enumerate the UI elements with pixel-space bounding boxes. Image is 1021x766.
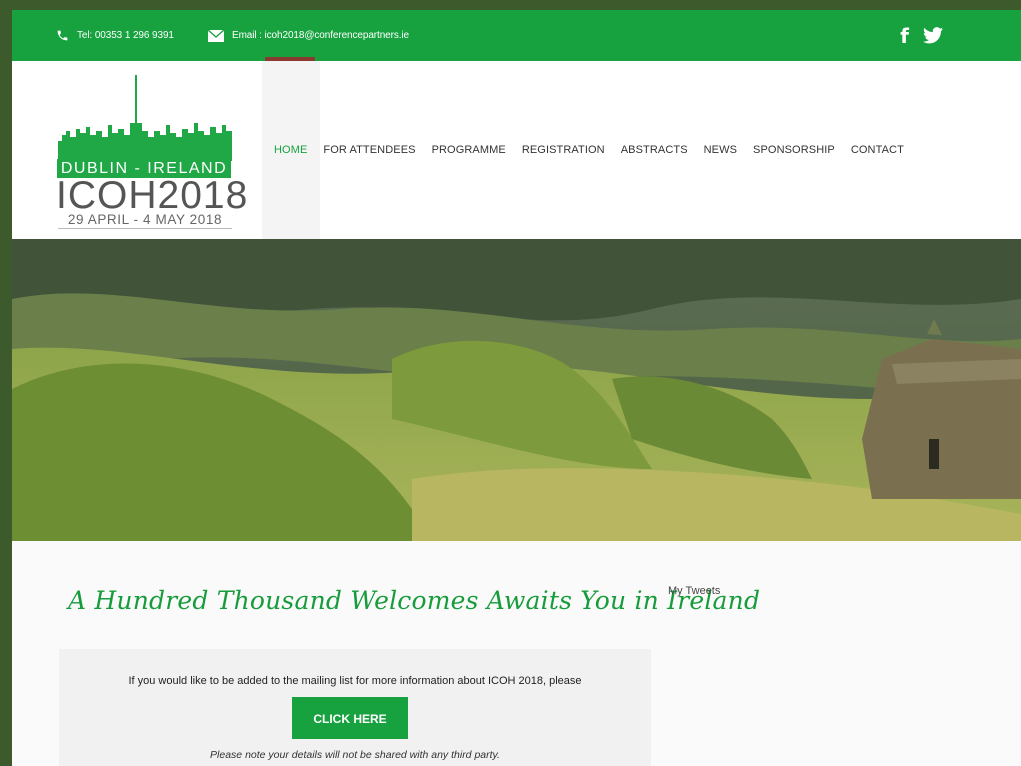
nav-item-programme[interactable]: PROGRAMME	[432, 144, 506, 156]
logo-dates: 29 APRIL - 4 MAY 2018	[67, 212, 223, 227]
email-contact[interactable]: Email : icoh2018@conferencepartners.ie	[208, 10, 409, 61]
nav-item-home[interactable]: HOME	[274, 144, 307, 156]
nav-item-registration[interactable]: REGISTRATION	[522, 144, 605, 156]
page-frame: Tel: 00353 1 296 9391 Email : icoh2018@c…	[12, 10, 1021, 766]
phone-number: Tel: 00353 1 296 9391	[77, 30, 174, 41]
nav-item-contact[interactable]: CONTACT	[851, 144, 904, 156]
phone-contact[interactable]: Tel: 00353 1 296 9391	[56, 10, 174, 61]
logo-divider	[58, 228, 232, 229]
nav-item-news[interactable]: NEWS	[704, 144, 737, 156]
phone-icon	[56, 29, 69, 42]
privacy-note: Please note your details will not be sha…	[210, 749, 500, 761]
mailing-list-box: If you would like to be added to the mai…	[59, 649, 651, 766]
twitter-icon[interactable]	[923, 27, 943, 44]
envelope-icon	[208, 29, 224, 42]
nav-item-for-attendees[interactable]: FOR ATTENDEES	[323, 144, 415, 156]
tweets-title[interactable]: My Tweets	[668, 585, 720, 597]
hero-banner	[12, 239, 1021, 541]
facebook-icon[interactable]: f	[900, 26, 909, 46]
welcome-heading: A Hundred Thousand Welcomes Awaits You i…	[68, 586, 761, 615]
mailing-message: If you would like to be added to the mai…	[128, 675, 582, 687]
site-header: DUBLIN - IRELAND ICOH2018 29 APRIL - 4 M…	[12, 61, 1021, 239]
dublin-skyline	[58, 75, 232, 161]
main-nav: HOME FOR ATTENDEES PROGRAMME REGISTRATIO…	[274, 61, 920, 239]
click-here-button[interactable]: CLICK HERE	[292, 697, 408, 739]
main-content: A Hundred Thousand Welcomes Awaits You i…	[12, 541, 1021, 766]
nav-item-sponsorship[interactable]: SPONSORSHIP	[753, 144, 835, 156]
logo-title: ICOH2018	[56, 174, 249, 217]
icoh-logo[interactable]: DUBLIN - IRELAND ICOH2018 29 APRIL - 4 M…	[56, 75, 249, 229]
email-address: Email : icoh2018@conferencepartners.ie	[232, 30, 410, 41]
nav-item-abstracts[interactable]: ABSTRACTS	[621, 144, 688, 156]
social-links: f	[900, 10, 943, 61]
top-bar: Tel: 00353 1 296 9391 Email : icoh2018@c…	[12, 10, 1021, 61]
